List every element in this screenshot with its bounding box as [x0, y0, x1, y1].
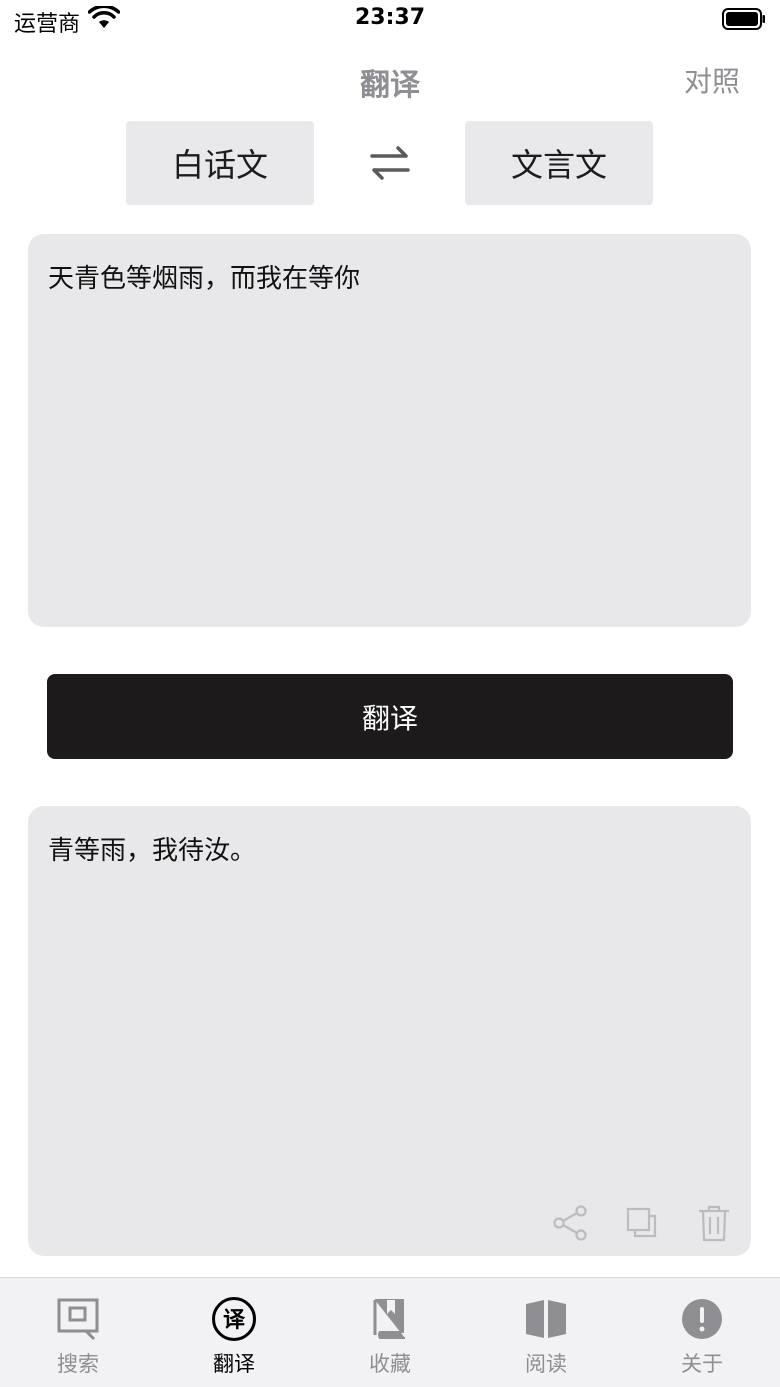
share-icon [553, 1205, 587, 1241]
translate-circle-icon: 译 [212, 1297, 256, 1341]
copy-button[interactable] [617, 1200, 667, 1246]
source-language-button[interactable]: 白话文 [126, 121, 314, 205]
tab-label: 阅读 [525, 1352, 567, 1376]
output-actions [545, 1200, 739, 1246]
target-language-button[interactable]: 文言文 [465, 121, 653, 205]
tab-search[interactable]: 搜索 [0, 1278, 156, 1387]
status-bar: 运营商 23:37 [0, 0, 780, 40]
tab-reading[interactable]: 阅读 [468, 1278, 624, 1387]
share-button[interactable] [545, 1200, 595, 1246]
compare-button[interactable]: 对照 [684, 60, 740, 100]
open-book-icon [526, 1300, 566, 1338]
tab-translate[interactable]: 译 翻译 [156, 1278, 312, 1387]
trash-icon [699, 1205, 729, 1242]
page-title: 翻译 [360, 68, 420, 103]
translation-output: 青等雨，我待汝。 [28, 806, 751, 1256]
source-text: 天青色等烟雨，而我在等你 [48, 264, 361, 294]
tab-label: 关于 [681, 1352, 723, 1376]
svg-text:译: 译 [223, 1308, 246, 1333]
delete-button[interactable] [689, 1200, 739, 1246]
copy-icon [626, 1207, 657, 1238]
info-exclamation-icon [682, 1299, 722, 1339]
clock: 23:37 [354, 5, 426, 30]
tab-bar: 搜索 译 翻译 收藏 阅读 关于 [0, 1277, 780, 1387]
tab-label: 收藏 [369, 1352, 411, 1376]
tab-label: 搜索 [57, 1352, 99, 1376]
tab-label: 翻译 [213, 1352, 255, 1376]
source-text-input[interactable]: 天青色等烟雨，而我在等你 [28, 234, 751, 627]
translated-text: 青等雨，我待汝。 [48, 836, 257, 866]
tab-favorites[interactable]: 收藏 [312, 1278, 468, 1387]
battery-icon [722, 8, 765, 30]
search-frame-icon [57, 1298, 99, 1341]
tab-about[interactable]: 关于 [624, 1278, 780, 1387]
swap-arrows-icon [370, 146, 410, 180]
swap-languages-button[interactable] [366, 142, 414, 184]
translate-button[interactable]: 翻译 [47, 674, 733, 759]
bookmark-book-icon [373, 1299, 405, 1339]
